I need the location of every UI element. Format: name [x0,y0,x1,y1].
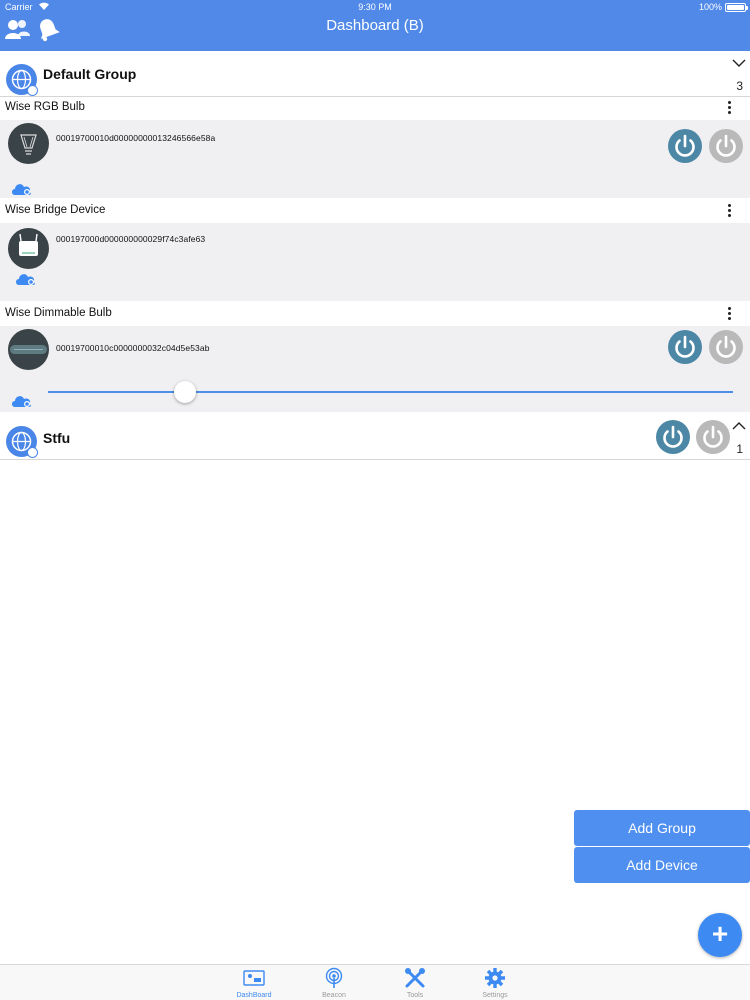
power-off-button[interactable] [709,129,743,163]
chevron-down-icon[interactable] [732,58,746,68]
more-options-icon[interactable] [728,307,732,320]
group-power-off-button[interactable] [696,420,730,454]
group-device-count: 1 [736,442,743,456]
tab-label: Beacon [322,992,346,999]
more-options-icon[interactable] [728,204,732,217]
chevron-up-icon[interactable] [732,421,746,431]
dashboard-icon [243,970,265,986]
add-group-button[interactable]: Add Group [574,810,750,846]
group-globe-icon [6,426,38,458]
dimmable-bulb-icon [8,329,49,370]
cloud-icon [16,274,35,285]
device-card-bridge: 000197000d000000000029f74c3afe63 [0,223,750,301]
power-on-button[interactable] [668,330,702,364]
battery-percent: 100% [698,2,722,12]
device-row-bridge[interactable]: Wise Bridge Device [0,200,750,223]
gear-icon [485,968,505,988]
bulb-icon [8,123,49,164]
group-globe-icon [6,64,38,96]
cloud-icon [12,184,31,195]
group-name: Default Group [43,66,137,82]
bridge-icon [8,228,49,269]
cloud-icon [12,396,31,407]
device-row-dimmable-bulb[interactable]: Wise Dimmable Bulb [0,303,750,326]
group-device-count: 3 [736,79,743,93]
status-bar: Carrier 9:30 PM 100% [0,0,750,14]
tab-settings[interactable]: Settings [465,967,525,999]
tab-label: Settings [482,992,508,999]
tab-dashboard[interactable]: DashBoard [224,967,284,999]
more-options-icon[interactable] [728,101,732,114]
tools-icon [405,968,425,988]
group-name: Stfu [43,430,71,446]
tab-beacon[interactable]: Beacon [304,967,364,999]
device-id: 000197000d000000000029f74c3afe63 [56,234,206,244]
device-card-rgb-bulb: 00019700010d00000000013246566e58a [0,120,750,198]
tab-bar: DashBoard Beacon Tools Settings [0,964,750,1000]
device-id: 00019700010c0000000032c04d5e53ab [56,343,210,353]
nav-bar: Carrier 9:30 PM 100% Dashboard (B) [0,0,750,51]
group-header-stfu[interactable]: Stfu 1 [0,414,750,460]
power-on-button[interactable] [668,129,702,163]
page-title: Dashboard (B) [326,17,424,34]
device-card-dimmable-bulb: 00019700010c0000000032c04d5e53ab [0,326,750,412]
status-time: 9:30 PM [358,2,392,12]
add-fab-button[interactable]: + [698,913,742,957]
tab-label: Tools [406,992,424,999]
dashboard-screen: Carrier 9:30 PM 100% Dashboard (B) Defau… [0,0,750,1000]
tab-label: DashBoard [236,992,272,999]
device-name: Wise Dimmable Bulb [5,307,112,319]
add-device-button[interactable]: Add Device [574,847,750,883]
power-off-button[interactable] [709,330,743,364]
group-power-on-button[interactable] [656,420,690,454]
device-row-rgb-bulb[interactable]: Wise RGB Bulb [0,97,750,120]
dimmer-slider[interactable] [48,391,733,393]
battery-icon [725,3,748,12]
group-header-default[interactable]: Default Group 3 [0,51,750,97]
device-id: 00019700010d00000000013246566e58a [56,133,216,143]
beacon-icon [325,967,343,988]
dimmer-slider-thumb[interactable] [174,381,196,403]
device-name: Wise RGB Bulb [5,101,85,113]
tab-tools[interactable]: Tools [385,967,445,999]
device-name: Wise Bridge Device [5,204,106,216]
